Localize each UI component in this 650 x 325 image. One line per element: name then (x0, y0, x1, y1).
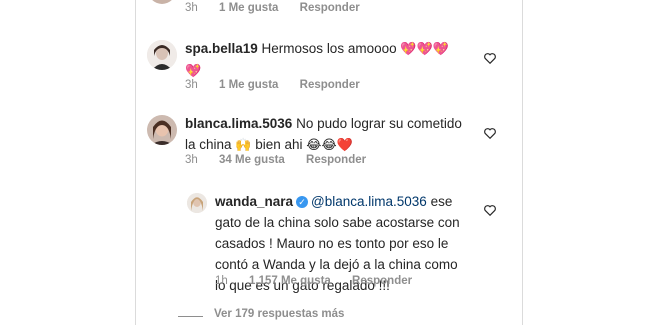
view-more-divider (178, 316, 203, 317)
avatar[interactable] (148, 0, 176, 4)
view-more-label[interactable]: Ver 179 respuestas más (214, 308, 344, 320)
likes-count[interactable]: 1 Me gusta (219, 79, 278, 91)
like-heart-icon[interactable] (483, 126, 497, 140)
timestamp: 3h (185, 79, 198, 91)
comment-meta-row: 3h 34 Me gusta Responder (185, 154, 384, 166)
reply-username[interactable]: wanda_nara (215, 194, 293, 209)
reply-button[interactable]: Responder (300, 2, 360, 14)
comment-meta-row: 3h 1 Me gusta Responder (185, 2, 378, 14)
reply-text: casados ! Mauro no es tonto por eso le (215, 236, 449, 251)
comment-meta-row: 1h 1.157 Me gusta Responder (215, 275, 430, 287)
reply-button[interactable]: Responder (352, 275, 412, 287)
avatar-photo-icon (147, 115, 177, 145)
reply-text: contó a Wanda y la dejó a la china como (215, 257, 458, 272)
timestamp: 3h (185, 154, 198, 166)
like-heart-icon[interactable] (483, 51, 497, 65)
avatar[interactable] (147, 40, 177, 70)
timestamp: 3h (185, 2, 198, 14)
timestamp: 1h (215, 275, 228, 287)
reply-button[interactable]: Responder (300, 79, 360, 91)
reply-text: ese (426, 194, 453, 209)
comment-text: bien ahi (251, 137, 307, 152)
comment-meta-row: 3h 1 Me gusta Responder (185, 79, 378, 91)
comment-text: Hermosos los amoooo (257, 41, 401, 56)
comment-body: blanca.lima.5036 No pudo lograr su comet… (185, 113, 485, 156)
comment-username[interactable]: blanca.lima.5036 (185, 116, 292, 131)
comment-text: la china (185, 137, 236, 152)
avatar-photo-icon (187, 193, 207, 213)
reply-text: gato de la china solo sabe acostarse con (215, 215, 460, 230)
comment-body: spa.bella19 Hermosos los amoooo 💖💖💖 💖 (185, 38, 485, 82)
avatar-photo-icon (147, 40, 177, 70)
comment-text: No pudo lograr su cometido (292, 116, 462, 131)
right-border (522, 0, 523, 325)
view-more-replies[interactable]: Ver 179 respuestas más (214, 308, 362, 320)
verified-badge-icon: ✓ (296, 196, 309, 208)
reply-button[interactable]: Responder (306, 154, 366, 166)
likes-count[interactable]: 34 Me gusta (219, 154, 285, 166)
laughing-heart-emoji: 😂😂❤️ (306, 138, 353, 153)
sparkling-heart-emoji: 💖 (185, 64, 202, 79)
comment-username[interactable]: spa.bella19 (185, 41, 258, 56)
avatar[interactable] (147, 115, 177, 145)
sparkling-heart-emoji: 💖💖💖 (400, 42, 449, 57)
avatar[interactable] (187, 193, 207, 213)
raised-hands-emoji: 🙌 (235, 138, 252, 153)
mention-link[interactable]: @blanca.lima.5036 (311, 194, 427, 209)
likes-count[interactable]: 1 Me gusta (219, 2, 278, 14)
like-heart-icon[interactable] (483, 203, 497, 217)
left-border (135, 0, 136, 325)
likes-count[interactable]: 1.157 Me gusta (249, 275, 331, 287)
